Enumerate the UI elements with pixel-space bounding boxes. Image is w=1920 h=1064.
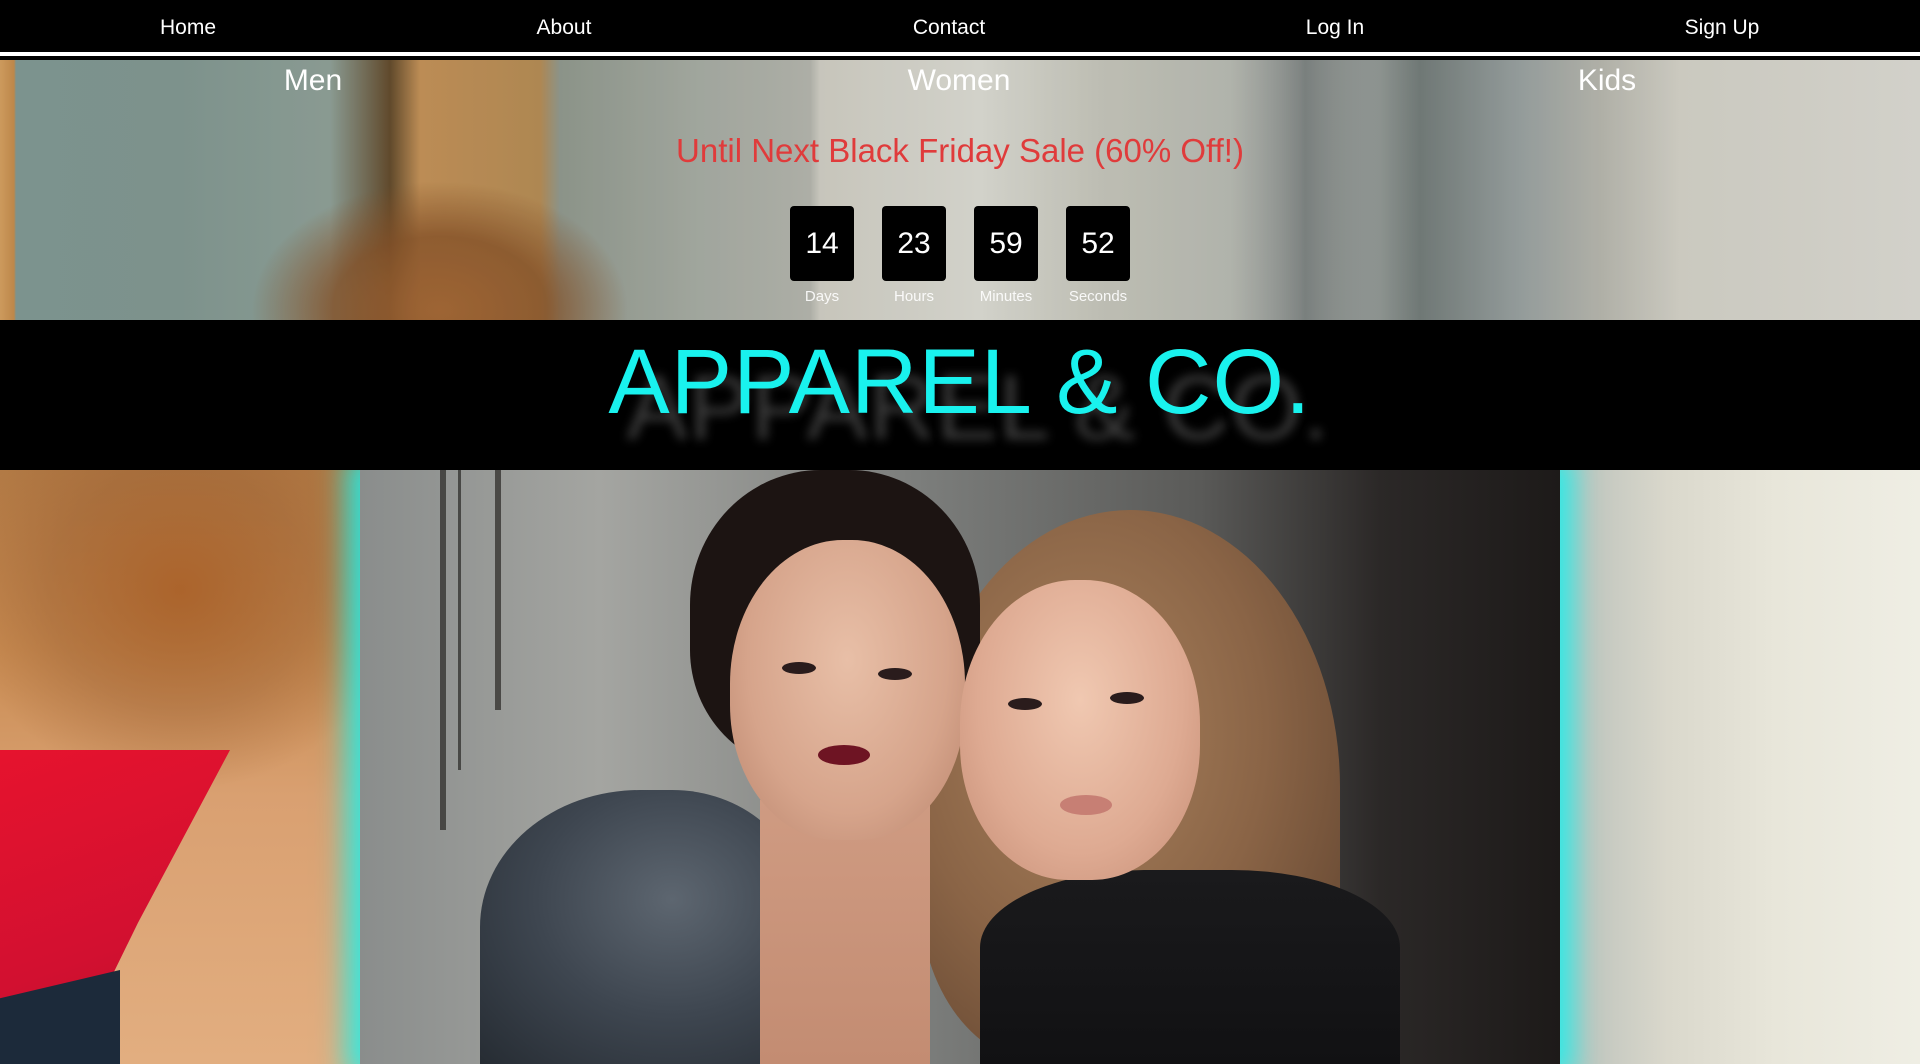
countdown-hours: 23 Hours xyxy=(882,206,946,305)
countdown-hours-value: 23 xyxy=(882,206,946,281)
brand-header: APPAREL & CO. xyxy=(0,320,1920,470)
nav-login-link[interactable]: Log In xyxy=(1185,0,1485,56)
nav-signup-link[interactable]: Sign Up xyxy=(1572,0,1872,56)
photo-wall-detail xyxy=(495,470,501,710)
model-right-lips xyxy=(1060,795,1112,815)
category-men-link[interactable]: Men xyxy=(163,64,463,98)
model-right-eye xyxy=(1008,698,1042,710)
model-right-top xyxy=(980,870,1400,1064)
nav-home-link[interactable]: Home xyxy=(38,0,338,56)
model-left-eye xyxy=(878,668,912,680)
countdown-days: 14 Days xyxy=(790,206,854,305)
background-image-right xyxy=(1560,470,1920,1064)
countdown-minutes-label: Minutes xyxy=(979,288,1033,305)
model-left-lips xyxy=(818,745,870,765)
countdown-seconds-value: 52 xyxy=(1066,206,1130,281)
countdown-seconds-label: Seconds xyxy=(1068,288,1128,305)
photo-wall-detail xyxy=(458,470,461,770)
category-kids-link[interactable]: Kids xyxy=(1457,64,1757,98)
model-left-face xyxy=(730,540,965,840)
countdown-days-value: 14 xyxy=(790,206,854,281)
countdown-seconds: 52 Seconds xyxy=(1066,206,1130,305)
countdown-days-label: Days xyxy=(804,288,840,305)
nav-contact-link[interactable]: Contact xyxy=(799,0,1099,56)
countdown-timer: 14 Days 23 Hours 59 Minutes 52 Seconds xyxy=(790,206,1130,306)
model-left-eye xyxy=(782,662,816,674)
model-right-eye xyxy=(1110,692,1144,704)
brand-title: APPAREL & CO. xyxy=(608,331,1312,433)
countdown-minutes-value: 59 xyxy=(974,206,1038,281)
sale-countdown-heading: Until Next Black Friday Sale (60% Off!) xyxy=(676,132,1244,169)
countdown-hours-label: Hours xyxy=(893,288,934,305)
featured-section xyxy=(0,470,1920,1064)
top-navigation: Home About Contact Log In Sign Up xyxy=(0,0,1920,56)
nav-about-link[interactable]: About xyxy=(414,0,714,56)
photo-wall-detail xyxy=(440,470,446,830)
hero-banner: Men Women Kids Until Next Black Friday S… xyxy=(0,60,1920,320)
featured-photo xyxy=(360,470,1560,1064)
countdown-minutes: 59 Minutes xyxy=(974,206,1038,305)
model-right-face xyxy=(960,580,1200,880)
category-women-link[interactable]: Women xyxy=(809,64,1109,98)
model-left-fur-vest xyxy=(480,790,800,1064)
